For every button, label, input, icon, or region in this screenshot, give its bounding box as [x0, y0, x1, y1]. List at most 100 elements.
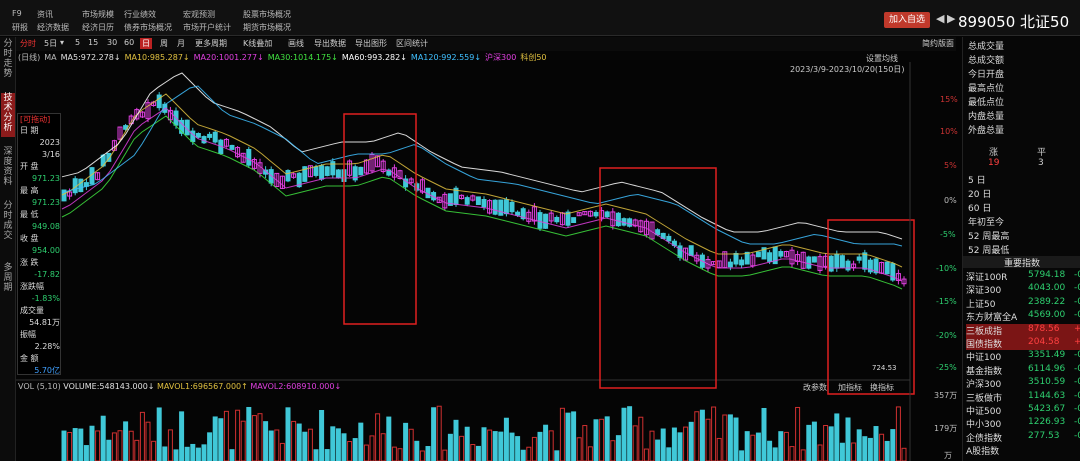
menu-research[interactable]: 研报	[12, 22, 28, 33]
next-arrow-icon[interactable]: ▶	[947, 12, 955, 25]
volume-bar	[419, 450, 425, 461]
index-row[interactable]: 上证50 2389.22 -0	[966, 297, 1080, 310]
volume-bar	[559, 407, 565, 461]
candlestick-series	[61, 92, 907, 287]
volume-bar	[571, 411, 577, 461]
menu-market-scale[interactable]: 市场规模	[82, 9, 114, 20]
candle	[543, 213, 549, 229]
volume-bar	[408, 428, 414, 461]
index-row[interactable]: 基金指数 6114.96 -0	[966, 364, 1080, 377]
candle	[666, 235, 672, 242]
prev-arrow-icon[interactable]: ◀	[936, 12, 944, 25]
index-value: 3510.59	[1028, 377, 1066, 388]
volume-bar	[386, 416, 392, 461]
volume-bar	[789, 446, 795, 461]
set-ma-button[interactable]: 设置均线	[866, 53, 898, 64]
menu-macro-forecast[interactable]: 宏观预测	[183, 9, 215, 20]
add-watchlist-button[interactable]: 加入自选	[884, 12, 930, 28]
data-window[interactable]: [可拖动] 日 期 2023 3/16 开 盘 971.23 最 高 971.23 最 低 94…	[17, 113, 61, 375]
index-row[interactable]: 中小300 1226.93 -0	[966, 417, 1080, 430]
data-window-row: 971.23	[20, 198, 60, 207]
tab-multi-period[interactable]: 多周期	[1, 263, 15, 297]
add-indicator-button[interactable]: 加指标	[838, 382, 862, 393]
volume-bar	[134, 439, 140, 461]
vol-axis-tick: 万	[944, 451, 952, 460]
menu-stock-market-overview[interactable]: 股票市场概况	[243, 9, 291, 20]
toolbar-60min[interactable]: 60	[124, 38, 134, 47]
menu-economic-data[interactable]: 经济数据	[37, 22, 69, 33]
candle	[554, 216, 560, 223]
stat-label: 今日开盘	[968, 70, 1005, 80]
volume-bar	[643, 448, 649, 461]
volume-bar	[307, 428, 313, 461]
index-row[interactable]: A股指数	[966, 444, 1080, 457]
index-row[interactable]: 中证100 3351.49 -0	[966, 350, 1080, 363]
index-row[interactable]: 沪深300 3510.59 -0	[966, 377, 1080, 390]
data-window-label: 成交量	[20, 306, 44, 315]
index-row[interactable]: 深证300 4043.00 -0	[966, 283, 1080, 296]
switch-indicator-button[interactable]: 换指标	[870, 382, 894, 393]
toolbar-intraday[interactable]: 分时	[20, 38, 36, 49]
tab-technical[interactable]: 技术分析	[1, 93, 15, 137]
toolbar-range-stats[interactable]: 区间统计	[396, 38, 428, 49]
index-row[interactable]: 国债指数 204.58 +0	[966, 337, 1080, 350]
toolbar-draw-line[interactable]: 画线	[288, 38, 304, 49]
toolbar-5min[interactable]: 5	[75, 38, 80, 47]
index-row[interactable]: 深证100R 5794.18 -0	[966, 270, 1080, 283]
toolbar-15min[interactable]: 15	[88, 38, 98, 47]
toolbar-30min[interactable]: 30	[107, 38, 117, 47]
toolbar-kline-overlay[interactable]: K线叠加	[243, 38, 272, 49]
index-row[interactable]: 三板做市 1144.63 -0	[966, 391, 1080, 404]
volume-bar	[811, 421, 817, 461]
index-change: -0	[1074, 310, 1080, 321]
volume-bar	[162, 446, 168, 461]
change-params-button[interactable]: 改参数	[803, 382, 827, 393]
candle	[571, 217, 577, 224]
data-window-label: 振幅	[20, 330, 36, 339]
toolbar-month[interactable]: 月	[177, 38, 185, 49]
volume-bars	[61, 405, 907, 461]
menu-news[interactable]: 资讯	[37, 9, 53, 20]
volume-bar	[397, 448, 403, 461]
index-row[interactable]: 东方财富全A 4569.00 -0	[966, 310, 1080, 323]
tab-intraday[interactable]: 分时走势	[1, 39, 15, 83]
axis-tick: 0%	[944, 196, 957, 205]
menu-economic-calendar[interactable]: 经济日历	[82, 22, 114, 33]
data-window-value: 2.28%	[34, 342, 60, 351]
tab-deep-data[interactable]: 深度资料	[1, 147, 15, 191]
index-row[interactable]: 中证500 5423.67 -0	[966, 404, 1080, 417]
menu-futures-market[interactable]: 期货市场概况	[243, 22, 291, 33]
chevron-down-icon[interactable]: ▾	[60, 38, 64, 47]
mavol2-value: MAVOL2:608910.000↓	[250, 382, 342, 391]
simple-layout-link[interactable]: 简约版面	[922, 38, 954, 49]
menu-bond-market[interactable]: 债券市场概况	[124, 22, 172, 33]
volume-bar	[638, 416, 644, 461]
toolbar-export-data[interactable]: 导出数据	[314, 38, 346, 49]
period-stat-label: 52 周最低	[968, 246, 1010, 256]
data-window-label: 最 低	[20, 210, 39, 219]
volume-bar	[391, 446, 397, 461]
volume-bar	[375, 413, 381, 461]
volume-bar	[655, 439, 661, 461]
toolbar-day[interactable]: 日	[140, 38, 152, 49]
volume-bar	[313, 449, 319, 461]
period-stat-label: 年初至今	[968, 218, 1005, 228]
candle	[229, 144, 235, 150]
data-window-row: 2.28%	[20, 342, 60, 351]
tab-intraday-trades[interactable]: 分时成交	[1, 201, 15, 245]
axis-tick: -5%	[940, 230, 956, 239]
menu-f9[interactable]: F9	[12, 9, 22, 18]
candle	[856, 256, 862, 261]
toolbar-5day[interactable]: 5日	[44, 38, 57, 49]
menu-account-stats[interactable]: 市场开户统计	[183, 22, 231, 33]
toolbar-week[interactable]: 周	[160, 38, 168, 49]
volume-bar	[296, 423, 302, 461]
toolbar-more-periods[interactable]: 更多周期	[195, 38, 227, 49]
menu-industry-performance[interactable]: 行业绩效	[124, 9, 156, 20]
index-change: -0	[1074, 430, 1080, 441]
toolbar-export-chart[interactable]: 导出图形	[355, 38, 387, 49]
kline-chart[interactable]	[16, 62, 956, 461]
data-window-row: 3/16	[20, 150, 60, 159]
index-row[interactable]: 企债指数 277.53 -0	[966, 431, 1080, 444]
index-row[interactable]: 三板成指 878.56 +0	[966, 323, 1080, 337]
